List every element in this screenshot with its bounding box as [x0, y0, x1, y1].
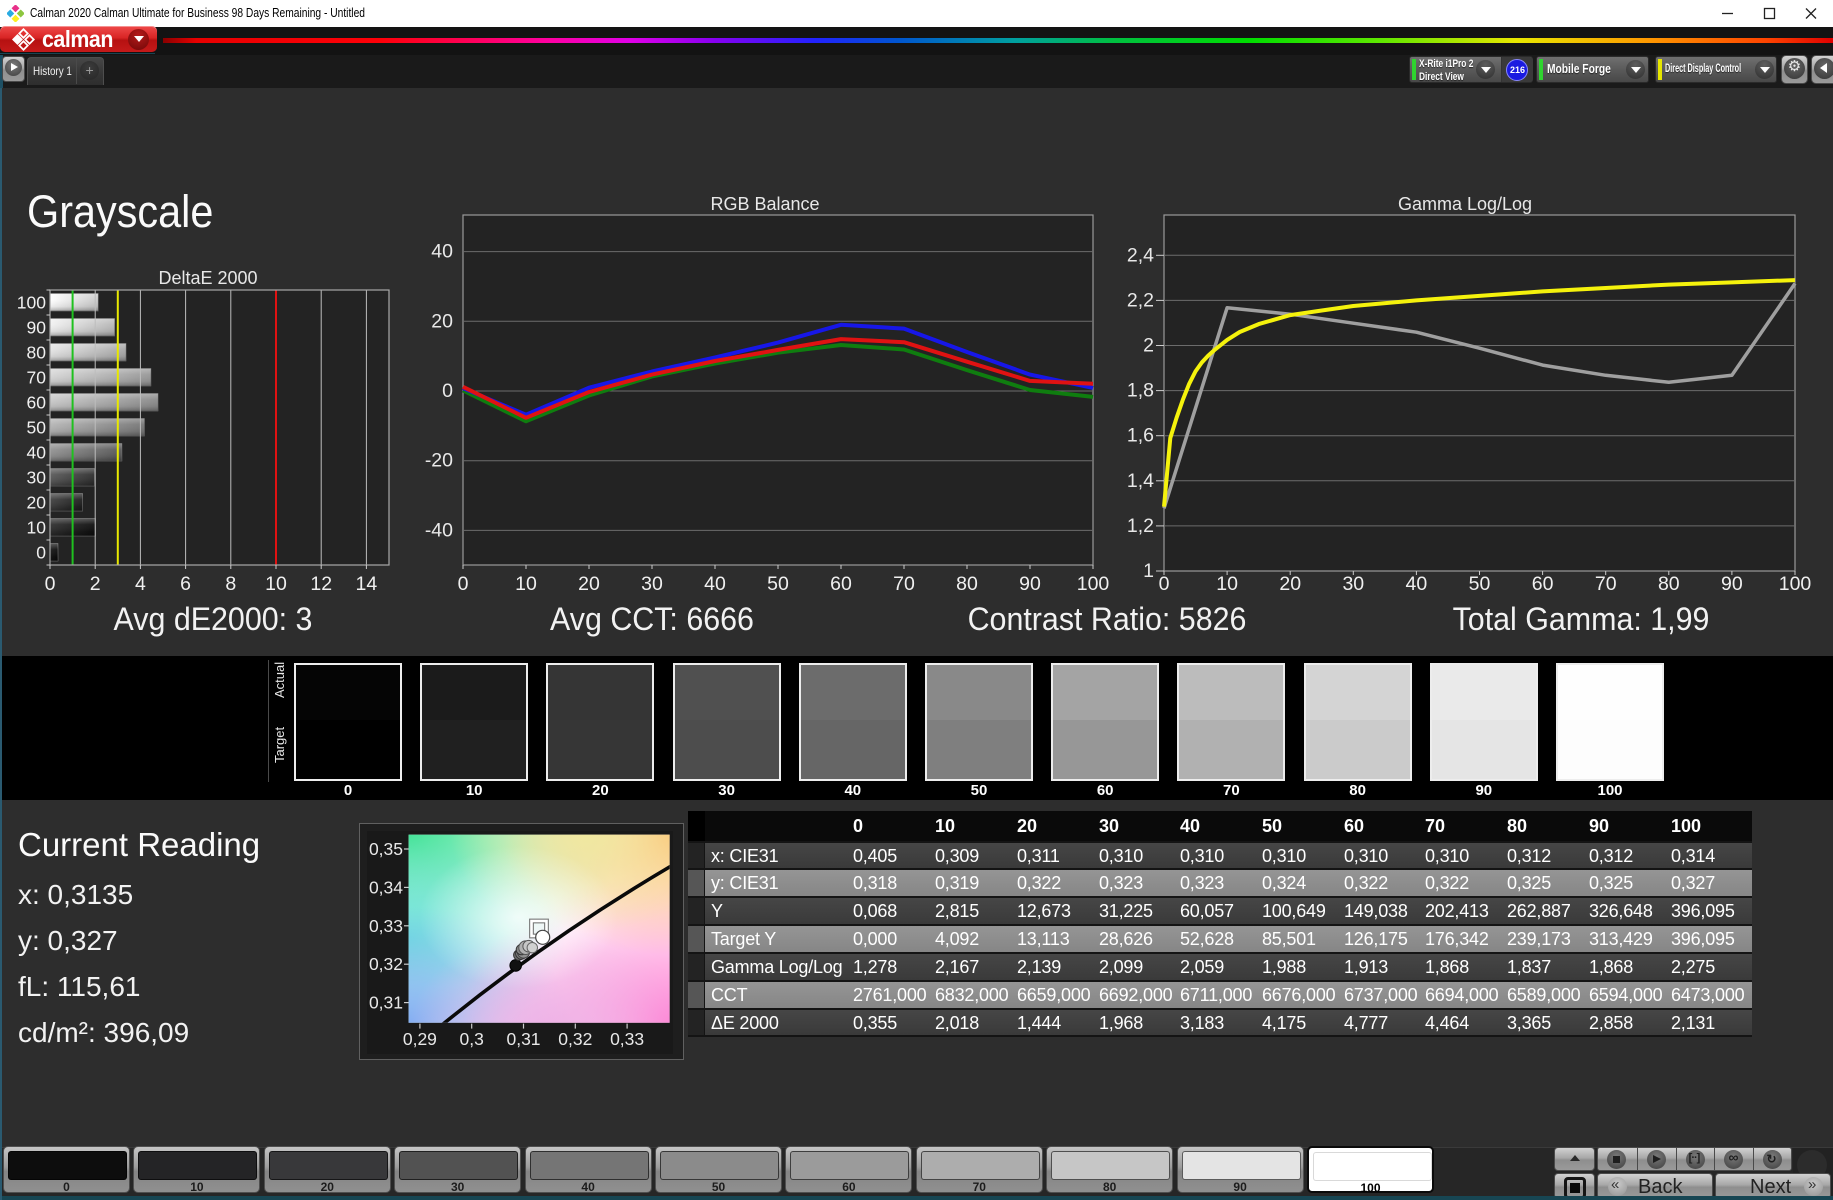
svg-text:0,29: 0,29: [403, 1029, 437, 1049]
svg-text:100: 100: [17, 293, 46, 313]
svg-text:Gamma Log/Log: Gamma Log/Log: [1398, 195, 1532, 214]
svg-text:2,2: 2,2: [1127, 289, 1154, 311]
svg-text:10: 10: [515, 573, 537, 595]
svg-text:10: 10: [27, 518, 47, 538]
svg-text:8: 8: [225, 573, 236, 595]
svg-text:60: 60: [830, 573, 852, 595]
svg-text:40: 40: [27, 443, 47, 463]
svg-text:20: 20: [578, 573, 600, 595]
svg-text:90: 90: [27, 318, 47, 338]
svg-text:70: 70: [893, 573, 915, 595]
svg-text:20: 20: [1279, 573, 1301, 595]
svg-text:-20: -20: [425, 450, 453, 472]
svg-text:20: 20: [27, 493, 47, 513]
svg-text:10: 10: [265, 573, 287, 595]
svg-text:1,6: 1,6: [1127, 425, 1154, 447]
svg-text:0: 0: [442, 380, 453, 402]
svg-text:0,33: 0,33: [369, 916, 403, 936]
svg-text:RGB Balance: RGB Balance: [710, 195, 819, 214]
svg-text:40: 40: [431, 241, 453, 263]
svg-text:70: 70: [27, 368, 47, 388]
svg-text:DeltaE 2000: DeltaE 2000: [158, 268, 257, 288]
svg-text:0,32: 0,32: [558, 1029, 592, 1049]
svg-text:2: 2: [90, 573, 101, 595]
svg-text:0,34: 0,34: [369, 877, 403, 897]
svg-text:30: 30: [27, 468, 47, 488]
svg-text:80: 80: [956, 573, 978, 595]
svg-text:20: 20: [431, 310, 453, 332]
svg-text:60: 60: [27, 393, 47, 413]
svg-text:0,33: 0,33: [610, 1029, 644, 1049]
svg-text:0: 0: [36, 543, 46, 563]
svg-text:1,8: 1,8: [1127, 380, 1154, 402]
svg-text:0: 0: [45, 573, 56, 595]
svg-text:40: 40: [1406, 573, 1428, 595]
svg-text:1: 1: [1143, 560, 1154, 582]
svg-text:90: 90: [1721, 573, 1743, 595]
svg-text:6: 6: [180, 573, 191, 595]
svg-text:100: 100: [1779, 573, 1812, 595]
svg-text:0: 0: [1159, 573, 1170, 595]
svg-text:70: 70: [1595, 573, 1617, 595]
svg-text:40: 40: [704, 573, 726, 595]
svg-text:10: 10: [1216, 573, 1238, 595]
svg-text:30: 30: [641, 573, 663, 595]
svg-text:4: 4: [135, 573, 146, 595]
svg-text:0,31: 0,31: [506, 1029, 540, 1049]
svg-text:60: 60: [1532, 573, 1554, 595]
svg-text:100: 100: [1077, 573, 1110, 595]
svg-text:0,3: 0,3: [460, 1029, 484, 1049]
svg-text:-40: -40: [425, 519, 453, 541]
svg-text:0,31: 0,31: [369, 993, 403, 1013]
svg-text:50: 50: [27, 418, 47, 438]
svg-text:0: 0: [458, 573, 469, 595]
svg-text:2,4: 2,4: [1127, 244, 1154, 266]
svg-text:80: 80: [1658, 573, 1680, 595]
svg-text:2: 2: [1143, 335, 1154, 357]
svg-text:90: 90: [1019, 573, 1041, 595]
svg-text:1,4: 1,4: [1127, 470, 1154, 492]
svg-text:80: 80: [27, 343, 47, 363]
svg-text:50: 50: [1469, 573, 1491, 595]
svg-text:12: 12: [310, 573, 332, 595]
svg-text:0,32: 0,32: [369, 954, 403, 974]
svg-text:14: 14: [356, 573, 378, 595]
svg-text:30: 30: [1342, 573, 1364, 595]
svg-text:1,2: 1,2: [1127, 515, 1154, 537]
svg-text:50: 50: [767, 573, 789, 595]
svg-text:0,35: 0,35: [369, 839, 403, 859]
